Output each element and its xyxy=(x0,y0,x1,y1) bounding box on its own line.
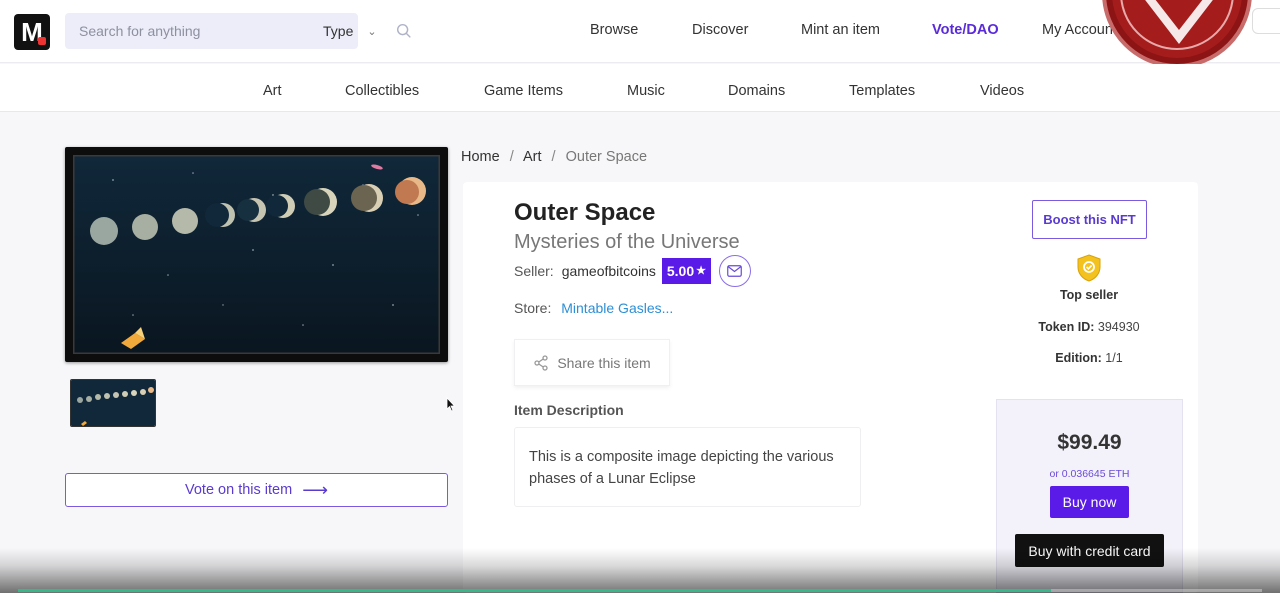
share-button-label: Share this item xyxy=(557,354,651,371)
seller-rating-badge: 5.00 ★ xyxy=(661,258,711,284)
star-icon: ★ xyxy=(696,265,706,277)
top-seller-label: Top seller xyxy=(1059,288,1119,302)
artwork-thumbnail[interactable] xyxy=(70,379,156,427)
category-videos[interactable]: Videos xyxy=(980,83,1024,99)
store-row: Store: Mintable Gasles... xyxy=(514,300,673,316)
logo-accent-dot xyxy=(38,37,46,45)
shield-check-icon xyxy=(1077,254,1101,282)
buy-with-credit-card-button[interactable]: Buy with credit card xyxy=(1015,534,1164,567)
category-bar: Art Collectibles Game Items Music Domain… xyxy=(0,64,1280,112)
breadcrumb-separator: / xyxy=(551,149,556,165)
item-title: Outer Space xyxy=(514,199,656,226)
store-link[interactable]: Mintable Gasles... xyxy=(561,300,673,316)
vote-on-item-button[interactable]: Vote on this item ⟶ xyxy=(65,473,448,507)
edition-value: 1/1 xyxy=(1105,351,1123,365)
boost-nft-button[interactable]: Boost this NFT xyxy=(1032,200,1147,239)
edition-label: Edition: xyxy=(1055,351,1102,365)
video-progress-fill xyxy=(18,589,1051,592)
breadcrumb: Home / Art / Outer Space xyxy=(461,149,647,165)
buy-now-button[interactable]: Buy now xyxy=(1050,486,1129,518)
token-id-label: Token ID: xyxy=(1038,320,1095,334)
category-music[interactable]: Music xyxy=(627,83,665,99)
nav-vote-dao[interactable]: Vote/DAO xyxy=(932,22,999,38)
seller-row: Seller: gameofbitcoins 5.00 ★ xyxy=(514,255,751,287)
lunar-eclipse-artwork xyxy=(73,155,440,354)
community-seal-badge xyxy=(1102,0,1252,68)
token-id-row: Token ID: 394930 xyxy=(1019,320,1159,334)
price-usd: $99.49 xyxy=(1057,431,1122,454)
category-templates[interactable]: Templates xyxy=(849,83,915,99)
seller-label: Seller: xyxy=(514,263,554,279)
breadcrumb-home[interactable]: Home xyxy=(461,149,500,165)
nft-artwork-frame[interactable] xyxy=(65,147,448,362)
top-navigation-bar: M Type ⌄ Browse Discover Mint an item Vo… xyxy=(0,0,1280,68)
breadcrumb-current: Outer Space xyxy=(565,149,648,165)
store-label: Store: xyxy=(514,300,552,316)
video-progress-bar[interactable] xyxy=(18,589,1262,592)
category-game-items[interactable]: Game Items xyxy=(484,83,563,99)
nav-discover[interactable]: Discover xyxy=(692,22,748,38)
category-art[interactable]: Art xyxy=(263,83,282,99)
item-description-heading: Item Description xyxy=(514,402,624,418)
share-icon xyxy=(534,354,548,371)
price-eth: or 0.036645 ETH xyxy=(1049,468,1130,480)
seller-rating-value: 5.00 xyxy=(666,263,695,279)
vote-button-label: Vote on this item xyxy=(184,482,293,498)
message-seller-button[interactable] xyxy=(718,255,751,287)
category-collectibles[interactable]: Collectibles xyxy=(345,83,419,99)
type-dropdown[interactable]: Type ⌄ xyxy=(303,13,385,49)
search-bar: Type ⌄ xyxy=(65,13,411,49)
mail-icon xyxy=(727,265,743,277)
breadcrumb-art[interactable]: Art xyxy=(523,149,542,165)
search-input[interactable] xyxy=(65,13,237,49)
artwork-thumbnail-image xyxy=(71,380,155,426)
nav-mint-an-item[interactable]: Mint an item xyxy=(801,22,880,38)
header-overflow-control[interactable] xyxy=(1252,8,1280,34)
item-subtitle: Mysteries of the Universe xyxy=(514,231,740,253)
seller-name-link[interactable]: gameofbitcoins xyxy=(562,263,656,279)
mintable-logo[interactable]: M xyxy=(14,14,50,50)
nav-my-account[interactable]: My Account xyxy=(1042,22,1117,38)
mouse-cursor-icon xyxy=(446,397,456,412)
item-description-text: This is a composite image depicting the … xyxy=(514,427,861,507)
nav-browse[interactable]: Browse xyxy=(590,22,638,38)
breadcrumb-separator: / xyxy=(509,149,514,165)
chevron-down-icon: ⌄ xyxy=(367,25,377,38)
edition-row: Edition: 1/1 xyxy=(1019,351,1159,365)
token-id-value: 394930 xyxy=(1097,320,1140,334)
category-domains[interactable]: Domains xyxy=(728,83,785,99)
seal-triangle-inner xyxy=(1151,0,1207,30)
arrow-right-icon: ⟶ xyxy=(302,479,328,500)
share-item-button[interactable]: Share this item xyxy=(514,339,670,386)
search-icon[interactable] xyxy=(395,22,413,40)
type-dropdown-label: Type xyxy=(323,23,354,39)
